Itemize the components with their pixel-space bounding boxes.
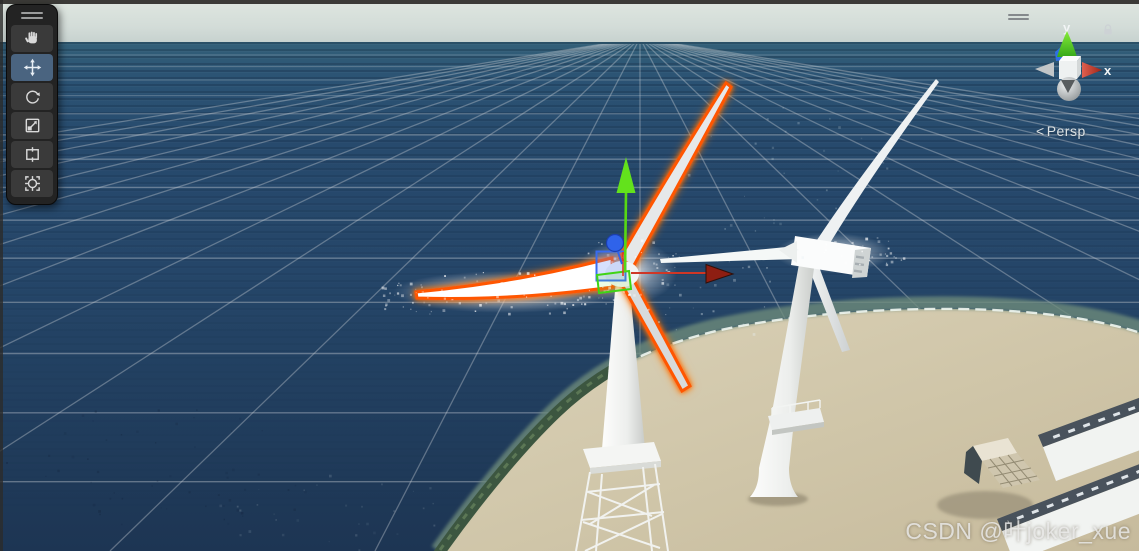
axis-negx-cone[interactable] (1035, 62, 1054, 77)
turbine-blade (660, 246, 799, 263)
gizmo-xz-plane-handle[interactable] (595, 269, 633, 295)
toolbar-drag-handle[interactable] (21, 12, 43, 19)
window-top-strip (0, 0, 1139, 4)
watermark: CSDN @叶joker_xue (905, 518, 1131, 544)
view-hand-tool-button[interactable] (11, 25, 53, 52)
gizmo-x-arrowhead[interactable] (705, 263, 735, 284)
tools-overlay-panel (6, 4, 58, 205)
move-arrows-icon (23, 58, 41, 77)
gizmo-cube[interactable] (1059, 61, 1077, 79)
turbine-blade-outlined (618, 80, 733, 270)
gizmo-y-axis[interactable] (623, 191, 628, 273)
projection-label: Persp (1046, 123, 1086, 139)
persp-chevron-icon: < (1036, 123, 1045, 139)
transform-tool-button[interactable] (11, 170, 53, 197)
move-tool-button[interactable] (11, 54, 53, 81)
rect-tool-button[interactable] (11, 141, 53, 168)
gizmo-overlay-drag-handle[interactable] (1008, 12, 1029, 22)
lock-icon[interactable] (1101, 23, 1115, 42)
gizmo-z-handle[interactable] (605, 233, 625, 253)
rotate-tool-button[interactable] (11, 83, 53, 110)
projection-toggle[interactable]: < Persp (1036, 123, 1086, 139)
hand-icon (24, 31, 37, 44)
unity-scene-view[interactable]: y x < Persp CSDN @叶joker_xue (0, 0, 1139, 551)
axis-x-cone[interactable] (1082, 62, 1102, 78)
transform-combo-icon (24, 176, 40, 191)
scale-icon (25, 118, 39, 133)
scale-tool-button[interactable] (11, 112, 53, 139)
gizmo-y-arrowhead[interactable] (616, 157, 636, 193)
scene-canvas[interactable] (0, 0, 1139, 551)
rect-tool-icon (25, 147, 39, 162)
axis-x-label: x (1104, 63, 1112, 78)
window-left-edge (0, 0, 3, 551)
rotate-icon (25, 90, 40, 104)
axis-y-cone[interactable] (1057, 31, 1077, 57)
nacelle-rear (852, 248, 871, 278)
